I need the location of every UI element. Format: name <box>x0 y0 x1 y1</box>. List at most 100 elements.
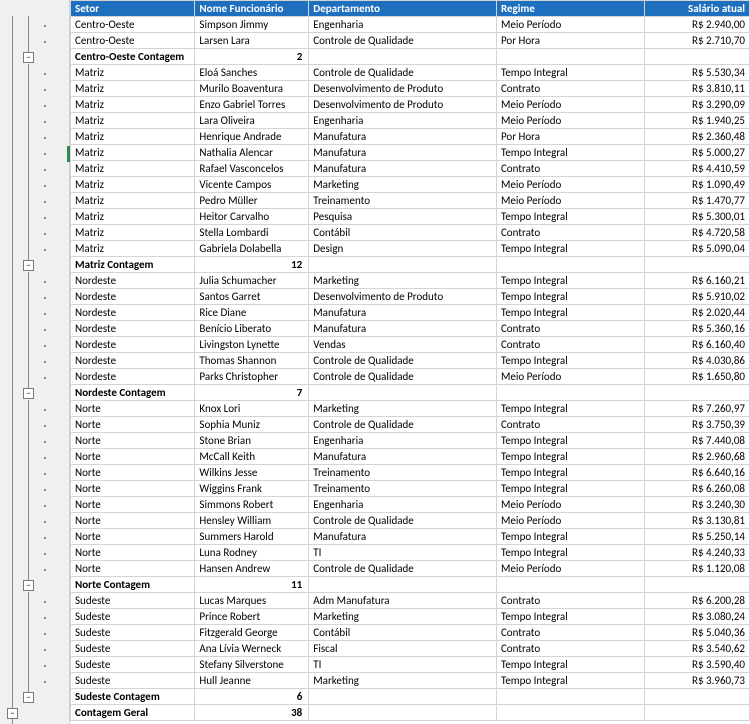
cell-departamento[interactable]: Controle de Qualidade <box>309 369 497 385</box>
cell-departamento[interactable]: Engenharia <box>309 17 497 33</box>
cell-nome[interactable]: Lucas Marques <box>195 593 309 609</box>
cell-nome[interactable]: Vicente Campos <box>195 177 309 193</box>
cell-salario[interactable]: R$ 1.940,25 <box>644 113 749 129</box>
cell-setor[interactable]: Norte <box>71 481 195 497</box>
cell-salario[interactable]: R$ 1.120,08 <box>644 561 749 577</box>
cell-salario[interactable]: R$ 5.360,16 <box>644 321 749 337</box>
table-row[interactable]: NorteWilkins JesseTreinamentoTempo Integ… <box>71 465 750 481</box>
cell-setor[interactable]: Nordeste <box>71 321 195 337</box>
cell-nome[interactable]: Wilkins Jesse <box>195 465 309 481</box>
table-row[interactable]: Centro-OesteLarsen LaraControle de Quali… <box>71 33 750 49</box>
cell-nome[interactable]: Wiggins Frank <box>195 481 309 497</box>
cell-salario[interactable]: R$ 2.360,48 <box>644 129 749 145</box>
cell-departamento[interactable]: Manufatura <box>309 305 497 321</box>
cell-departamento[interactable]: Manufatura <box>309 129 497 145</box>
group-count[interactable]: 11 <box>195 577 309 593</box>
cell-departamento[interactable]: Design <box>309 241 497 257</box>
cell-setor[interactable]: Norte <box>71 465 195 481</box>
cell-departamento[interactable]: Treinamento <box>309 193 497 209</box>
cell-departamento[interactable]: Controle de Qualidade <box>309 513 497 529</box>
cell-salario[interactable]: R$ 6.260,08 <box>644 481 749 497</box>
cell-regime[interactable]: Tempo Integral <box>496 241 644 257</box>
cell-nome[interactable]: Hull Jeanne <box>195 673 309 689</box>
cell-salario[interactable]: R$ 6.160,21 <box>644 273 749 289</box>
cell-setor[interactable]: Matriz <box>71 113 195 129</box>
group-count[interactable]: 38 <box>195 705 309 721</box>
cell-setor[interactable]: Sudeste <box>71 625 195 641</box>
collapse-button[interactable]: − <box>23 388 34 399</box>
cell-salario[interactable]: R$ 2.960,68 <box>644 449 749 465</box>
cell-departamento[interactable]: Marketing <box>309 673 497 689</box>
cell-departamento[interactable]: Contábil <box>309 625 497 641</box>
table-row[interactable]: SudesteAna Lívia WerneckFiscalContratoR$… <box>71 641 750 657</box>
table-row[interactable]: NorteKnox LoriMarketingTempo IntegralR$ … <box>71 401 750 417</box>
collapse-button[interactable]: − <box>23 580 34 591</box>
cell-regime[interactable]: Contrato <box>496 161 644 177</box>
cell-regime[interactable]: Tempo Integral <box>496 481 644 497</box>
cell-salario[interactable]: R$ 3.590,40 <box>644 657 749 673</box>
cell-nome[interactable]: Parks Christopher <box>195 369 309 385</box>
cell-salario[interactable]: R$ 1.650,80 <box>644 369 749 385</box>
subtotal-row[interactable]: Centro-Oeste Contagem2 <box>71 49 750 65</box>
cell-nome[interactable]: Hansen Andrew <box>195 561 309 577</box>
cell-departamento[interactable]: Marketing <box>309 273 497 289</box>
subtotal-row[interactable]: Matriz Contagem12 <box>71 257 750 273</box>
cell-setor[interactable]: Norte <box>71 513 195 529</box>
cell-salario[interactable]: R$ 6.640,16 <box>644 465 749 481</box>
cell-departamento[interactable]: Pesquisa <box>309 209 497 225</box>
cell-nome[interactable]: Simmons Robert <box>195 497 309 513</box>
cell-regime[interactable]: Tempo Integral <box>496 209 644 225</box>
cell-setor[interactable]: Sudeste <box>71 593 195 609</box>
cell-regime[interactable]: Tempo Integral <box>496 353 644 369</box>
cell-nome[interactable]: McCall Keith <box>195 449 309 465</box>
cell-nome[interactable]: Julia Schumacher <box>195 273 309 289</box>
table-row[interactable]: NordesteRice DianeManufaturaTempo Integr… <box>71 305 750 321</box>
cell-regime[interactable]: Meio Período <box>496 97 644 113</box>
group-label[interactable]: Sudeste Contagem <box>71 689 195 705</box>
group-count[interactable]: 2 <box>195 49 309 65</box>
cell-departamento[interactable]: Desenvolvimento de Produto <box>309 97 497 113</box>
cell-setor[interactable]: Sudeste <box>71 641 195 657</box>
cell-salario[interactable]: R$ 3.290,09 <box>644 97 749 113</box>
cell-setor[interactable]: Matriz <box>71 97 195 113</box>
cell-regime[interactable]: Tempo Integral <box>496 545 644 561</box>
group-label[interactable]: Centro-Oeste Contagem <box>71 49 195 65</box>
cell-regime[interactable]: Tempo Integral <box>496 673 644 689</box>
table-row[interactable]: NorteWiggins FrankTreinamentoTempo Integ… <box>71 481 750 497</box>
table-row[interactable]: SudesteFitzgerald GeorgeContábilContrato… <box>71 625 750 641</box>
cell-salario[interactable]: R$ 5.000,27 <box>644 145 749 161</box>
table-row[interactable]: MatrizLara OliveiraEngenhariaMeio Períod… <box>71 113 750 129</box>
cell-departamento[interactable]: Controle de Qualidade <box>309 561 497 577</box>
cell-nome[interactable]: Henrique Andrade <box>195 129 309 145</box>
cell-salario[interactable]: R$ 1.470,77 <box>644 193 749 209</box>
group-count[interactable]: 7 <box>195 385 309 401</box>
cell-setor[interactable]: Sudeste <box>71 657 195 673</box>
cell-departamento[interactable]: Manufatura <box>309 161 497 177</box>
cell-setor[interactable]: Norte <box>71 497 195 513</box>
cell-salario[interactable]: R$ 4.410,59 <box>644 161 749 177</box>
table-row[interactable]: NordesteJulia SchumacherMarketingTempo I… <box>71 273 750 289</box>
cell-departamento[interactable]: Manufatura <box>309 145 497 161</box>
table-row[interactable]: MatrizHeitor CarvalhoPesquisaTempo Integ… <box>71 209 750 225</box>
cell-departamento[interactable]: Treinamento <box>309 481 497 497</box>
table-row[interactable]: SudesteStefany SilverstoneTITempo Integr… <box>71 657 750 673</box>
cell-regime[interactable]: Meio Período <box>496 177 644 193</box>
subtotal-row[interactable]: Sudeste Contagem6 <box>71 689 750 705</box>
cell-setor[interactable]: Centro-Oeste <box>71 17 195 33</box>
table-row[interactable]: NorteSimmons RobertEngenhariaMeio Períod… <box>71 497 750 513</box>
cell-salario[interactable]: R$ 3.750,39 <box>644 417 749 433</box>
cell-regime[interactable]: Tempo Integral <box>496 465 644 481</box>
table-row[interactable]: Centro-OesteSimpson JimmyEngenhariaMeio … <box>71 17 750 33</box>
cell-salario[interactable]: R$ 4.030,86 <box>644 353 749 369</box>
cell-salario[interactable]: R$ 4.240,33 <box>644 545 749 561</box>
cell-nome[interactable]: Fitzgerald George <box>195 625 309 641</box>
cell-departamento[interactable]: Marketing <box>309 401 497 417</box>
cell-regime[interactable]: Por Hora <box>496 33 644 49</box>
cell-salario[interactable]: R$ 6.200,28 <box>644 593 749 609</box>
cell-regime[interactable]: Tempo Integral <box>496 273 644 289</box>
cell-nome[interactable]: Nathalia Alencar <box>195 145 309 161</box>
cell-departamento[interactable]: Marketing <box>309 609 497 625</box>
cell-salario[interactable]: R$ 5.300,01 <box>644 209 749 225</box>
cell-setor[interactable]: Norte <box>71 433 195 449</box>
group-label[interactable]: Matriz Contagem <box>71 257 195 273</box>
